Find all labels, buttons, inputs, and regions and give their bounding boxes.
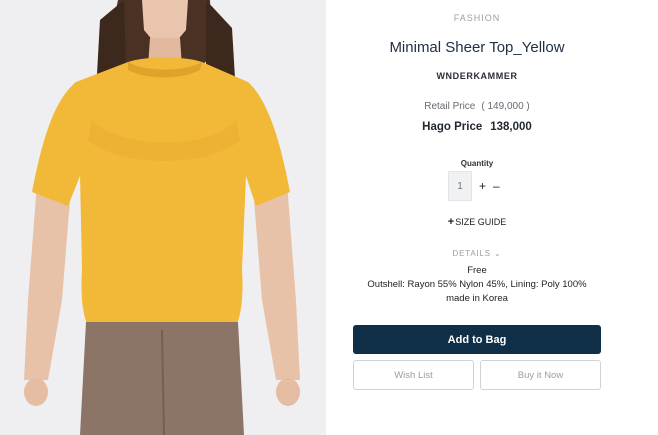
retail-price-label: Retail Price (424, 101, 476, 112)
quantity-label: Quantity (460, 159, 494, 168)
buy-now-button[interactable]: Buy it Now (480, 360, 601, 390)
hago-price-value: 138,000 (490, 121, 532, 133)
chevron-down-icon: ⌄ (493, 249, 502, 258)
size-guide-link[interactable]: +SIZE GUIDE (326, 216, 628, 228)
size-guide-label: SIZE GUIDE (455, 217, 507, 227)
plus-icon: + (447, 216, 455, 228)
retail-price: Retail Price ( 149,000 ) (326, 101, 628, 112)
retail-price-value: ( 149,000 ) (481, 101, 530, 112)
brand-name: WNDERKAMMER (436, 71, 518, 81)
wish-list-button[interactable]: Wish List (353, 360, 474, 390)
detail-line: made in Korea (446, 293, 508, 304)
add-to-bag-button[interactable]: Add to Bag (353, 325, 601, 354)
quantity-stepper: 1 + – (448, 171, 500, 201)
model-photo-icon (0, 0, 326, 435)
product-photo (0, 0, 326, 435)
details-toggle[interactable]: DETAILS ⌄ (326, 249, 628, 258)
product-info-panel: FASHION Minimal Sheer Top_Yellow WNDERKA… (326, 0, 658, 435)
category-label: FASHION (453, 13, 501, 23)
hago-price: Hago Price 138,000 (326, 121, 628, 133)
increment-button[interactable]: + (479, 180, 486, 192)
decrement-button[interactable]: – (493, 180, 500, 192)
product-title: Minimal Sheer Top_Yellow (389, 39, 565, 56)
details-description: Free Outshell: Rayon 55% Nylon 45%, Lini… (326, 264, 628, 306)
hago-price-label: Hago Price (422, 121, 483, 133)
quantity-input[interactable]: 1 (448, 171, 472, 201)
details-label: DETAILS (452, 249, 491, 258)
detail-line: Outshell: Rayon 55% Nylon 45%, Lining: P… (367, 279, 587, 290)
detail-line: Free (467, 265, 487, 276)
